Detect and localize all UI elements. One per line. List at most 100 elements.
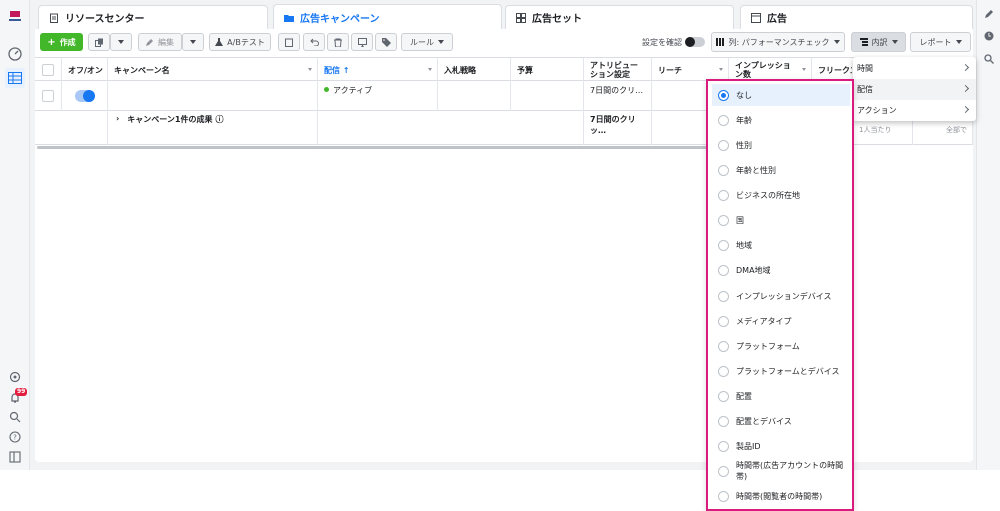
option-age-gender[interactable]: 年齢と性別 <box>712 159 850 181</box>
delete-button[interactable] <box>327 33 349 51</box>
tab-ads[interactable]: 広告 <box>740 5 973 29</box>
sort-icon <box>802 68 806 71</box>
duplicate-dropdown[interactable] <box>110 33 132 51</box>
option-time-of-day-viewer[interactable]: 時間帯(閲覧者の時間帯) <box>712 485 850 507</box>
all-label: 全部で <box>946 126 967 134</box>
col-budget[interactable]: 予算 <box>511 58 584 82</box>
per-person-label: 1人当たり <box>859 126 892 134</box>
col-label: アトリビューション設定 <box>590 61 638 79</box>
chevron-down-icon <box>955 40 962 44</box>
edit-dropdown[interactable] <box>182 33 204 51</box>
radio-icon <box>718 214 729 226</box>
confirm-settings-toggle[interactable] <box>685 37 705 47</box>
option-age[interactable]: 年齢 <box>712 109 850 131</box>
col-label: フリークエンシー <box>818 65 852 75</box>
clipboard-icon <box>50 13 58 23</box>
option-label: 時間帯(閲覧者の時間帯) <box>736 491 823 501</box>
option-placement-device[interactable]: 配置とデバイス <box>712 410 850 432</box>
dashboard-icon[interactable] <box>7 46 23 62</box>
summary-blank <box>318 111 584 145</box>
sort-icon <box>428 68 432 71</box>
breakdown-item-time[interactable]: 時間 <box>853 58 976 79</box>
option-label: 製品ID <box>736 441 761 451</box>
option-label: 年齢と性別 <box>736 165 776 175</box>
summary-label-cell[interactable]: › キャンペーン1件の成果 ⓘ <box>108 111 318 145</box>
rules-button[interactable]: ルール <box>401 33 453 51</box>
tab-ad-sets[interactable]: 広告セット <box>505 5 734 29</box>
undo-button[interactable] <box>303 33 325 51</box>
row-checkbox[interactable] <box>42 90 54 102</box>
menu-item-label: 時間 <box>857 64 873 73</box>
clock-icon[interactable] <box>983 30 995 42</box>
horizontal-scrollbar[interactable] <box>37 146 709 149</box>
help-icon[interactable]: ? <box>7 429 23 445</box>
option-label: インプレッションデバイス <box>736 291 832 301</box>
edit-button[interactable]: 編集 <box>138 33 182 51</box>
radio-icon <box>718 440 729 452</box>
pencil-icon <box>146 39 153 46</box>
review-button[interactable] <box>278 33 300 51</box>
option-region[interactable]: 地域 <box>712 234 850 256</box>
breakdown-item-delivery[interactable]: 配信 <box>853 79 976 100</box>
campaign-on-toggle[interactable] <box>74 90 95 102</box>
option-dma[interactable]: DMA地域 <box>712 259 850 281</box>
option-label: 配置とデバイス <box>736 416 792 426</box>
tab-resource-center[interactable]: リソースセンター <box>38 5 268 29</box>
table-header: オフ/オン キャンペーン名 配信 ↑ 入札戦略 予算 アトリビューション設定 リ… <box>35 57 973 82</box>
info-icon: ⓘ <box>215 115 224 124</box>
col-on-off[interactable]: オフ/オン <box>62 58 108 82</box>
option-business-location[interactable]: ビジネスの所在地 <box>712 184 850 206</box>
col-campaign-name[interactable]: キャンペーン名 <box>108 58 318 82</box>
option-label: 地域 <box>736 240 752 250</box>
breakdown-item-action[interactable]: アクション <box>853 100 976 121</box>
col-bid-strategy[interactable]: 入札戦略 <box>438 58 511 82</box>
option-none[interactable]: なし <box>712 84 850 106</box>
settings-icon[interactable] <box>7 369 23 385</box>
option-platform-device[interactable]: プラットフォームとデバイス <box>712 360 850 382</box>
campaign-name-cell[interactable] <box>108 81 318 111</box>
option-product-id[interactable]: 製品ID <box>712 435 850 457</box>
search-icon[interactable] <box>7 409 23 425</box>
table-view-icon[interactable] <box>5 68 25 88</box>
ab-test-button[interactable]: A/Bテスト <box>209 33 271 51</box>
col-label: リーチ <box>658 65 682 75</box>
pencil-icon[interactable] <box>983 8 995 20</box>
menu-item-label: 配信 <box>857 85 873 94</box>
summary-attribution-cell: 7日間のクリッ… <box>584 111 652 145</box>
option-time-of-day-account[interactable]: 時間帯(広告アカウントの時間帯) <box>712 460 850 482</box>
col-attribution[interactable]: アトリビューション設定 <box>584 58 652 82</box>
duplicate-button[interactable] <box>88 33 110 51</box>
option-gender[interactable]: 性別 <box>712 134 850 156</box>
ab-test-label: A/Bテスト <box>227 37 265 47</box>
flask-icon <box>215 38 224 46</box>
col-label: 配信 ↑ <box>324 65 350 75</box>
breakdown-menu: 時間 配信 アクション <box>853 57 976 121</box>
select-all-checkbox[interactable] <box>42 64 54 76</box>
create-button[interactable]: + 作成 <box>40 33 83 51</box>
columns-button[interactable]: 列: パフォーマンスチェック <box>711 32 845 52</box>
col-label: オフ/オン <box>68 65 103 75</box>
ads-manager-app: 99 ? リソースセンター 広告キャンペーン 広告セット 広告 + 作成 編集 … <box>0 0 1000 511</box>
breakdown-button[interactable]: 内訳 <box>851 32 906 52</box>
col-label: 入札戦略 <box>444 65 476 75</box>
col-delivery[interactable]: 配信 ↑ <box>318 58 438 82</box>
panel-toggle-icon[interactable] <box>7 449 23 465</box>
radio-icon <box>718 415 729 427</box>
report-button[interactable]: レポート <box>910 32 971 52</box>
tag-button[interactable] <box>375 33 397 51</box>
chevron-right-icon <box>961 63 970 72</box>
right-side-rail <box>976 0 1000 470</box>
summary-attribution: 7日間のクリッ… <box>590 115 636 135</box>
zoom-icon[interactable] <box>983 53 995 65</box>
trash-icon <box>334 38 342 47</box>
option-platform[interactable]: プラットフォーム <box>712 335 850 357</box>
confirm-settings-text: 設定を確認 <box>642 37 682 47</box>
option-country[interactable]: 国 <box>712 209 850 231</box>
option-impression-device[interactable]: インプレッションデバイス <box>712 285 850 307</box>
option-placement[interactable]: 配置 <box>712 385 850 407</box>
preview-button[interactable] <box>351 33 373 51</box>
sort-icon <box>308 68 312 71</box>
option-media-type[interactable]: メディアタイプ <box>712 310 850 332</box>
menu-item-label: アクション <box>857 106 897 115</box>
tab-campaigns[interactable]: 広告キャンペーン <box>273 4 502 30</box>
